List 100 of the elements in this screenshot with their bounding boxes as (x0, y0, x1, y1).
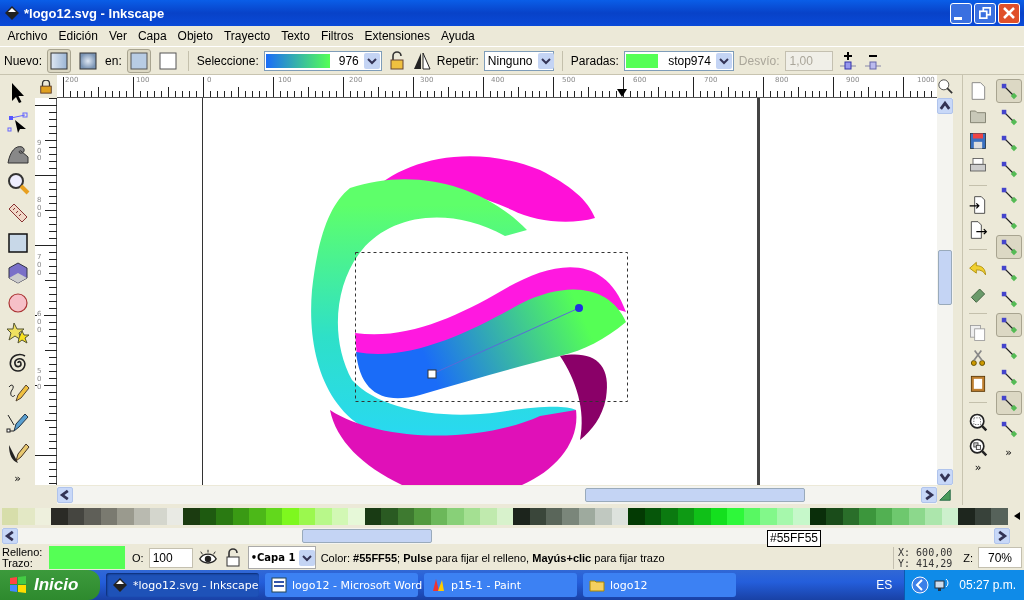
palette-swatch[interactable] (727, 507, 744, 525)
palette-swatch[interactable] (18, 507, 35, 525)
zoom-1-1-icon[interactable] (937, 79, 953, 94)
snap-toggle[interactable] (995, 391, 1022, 415)
palette-swatch[interactable] (958, 507, 975, 525)
menu-item[interactable]: Extensiones (359, 29, 436, 43)
restore-button[interactable] (974, 2, 996, 24)
taskbar-button[interactable]: logo12 (583, 573, 736, 597)
star-icon[interactable] (5, 321, 30, 345)
palette-swatch[interactable] (348, 507, 365, 525)
rectangle-icon[interactable] (5, 231, 30, 255)
zoom-drawing-icon[interactable] (968, 437, 988, 457)
taskbar-button[interactable]: *logo12.svg - Inkscape (106, 573, 259, 597)
scroll-right-button[interactable] (994, 528, 1010, 544)
circle-icon[interactable] (5, 291, 30, 315)
taskbar-button[interactable]: p15-1 - Paint (424, 573, 577, 597)
palette-swatch[interactable] (2, 507, 19, 525)
layer-dropdown[interactable]: •Capa 1 (247, 546, 316, 569)
reverse-gradient-icon[interactable] (411, 50, 432, 71)
palette-swatch[interactable] (414, 507, 431, 525)
palette-swatch[interactable] (84, 507, 101, 525)
zoom-selection-icon[interactable] (968, 412, 988, 432)
opacity-spinbox[interactable]: 100 (148, 547, 193, 568)
snap-toggle[interactable] (995, 313, 1022, 337)
zoom-field[interactable]: 70% (978, 547, 1022, 568)
language-indicator[interactable]: ES (876, 578, 893, 592)
palette-swatch[interactable] (249, 507, 266, 525)
scroll-right-button[interactable] (921, 487, 937, 503)
palette-swatch[interactable] (892, 507, 909, 525)
palette-swatch[interactable] (117, 507, 134, 525)
zoom-icon[interactable] (5, 171, 30, 195)
network-icon[interactable] (933, 576, 952, 594)
save-icon[interactable] (968, 131, 988, 151)
vertical-scrollbar[interactable] (937, 98, 953, 485)
palette-swatch[interactable] (150, 507, 167, 525)
scroll-thumb[interactable] (302, 529, 432, 543)
stop-dropdown[interactable]: stop974 (623, 50, 734, 71)
palette-swatch[interactable] (925, 507, 942, 525)
palette-swatch[interactable] (991, 507, 1008, 525)
palette-swatch[interactable] (562, 507, 579, 525)
palette-swatch[interactable] (694, 507, 711, 525)
scroll-up-button[interactable] (937, 98, 953, 114)
clipboard-icon[interactable] (968, 373, 988, 393)
export-icon[interactable] (968, 220, 988, 240)
palette-swatch[interactable] (760, 507, 777, 525)
drawing-canvas[interactable] (57, 98, 937, 485)
palette-swatch[interactable] (859, 507, 876, 525)
more-commands-chevron[interactable]: » (974, 462, 982, 474)
palette-swatch[interactable] (51, 507, 68, 525)
more-tools-chevron[interactable]: » (14, 473, 21, 485)
scroll-left-button[interactable] (57, 487, 73, 503)
palette-swatch[interactable] (628, 507, 645, 525)
chevron-icon[interactable] (911, 576, 930, 594)
menu-item[interactable]: Filtros (315, 29, 360, 43)
palette-swatch[interactable] (480, 507, 497, 525)
palette-swatch[interactable] (315, 507, 332, 525)
scroll-thumb[interactable] (585, 488, 805, 502)
fill-swatch[interactable] (49, 546, 125, 569)
node-tool-icon[interactable] (5, 111, 30, 135)
pen-icon[interactable] (5, 411, 30, 435)
palette-scrollbar[interactable] (2, 528, 1010, 544)
scroll-left-button[interactable] (2, 528, 18, 544)
close-button[interactable] (998, 2, 1020, 24)
gradient-handle-line[interactable] (427, 304, 583, 379)
menu-item[interactable]: Capa (132, 29, 173, 43)
add-stop-icon[interactable] (837, 50, 858, 71)
scroll-down-button[interactable] (937, 469, 953, 485)
menu-item[interactable]: Archivo (2, 29, 53, 43)
padlock-icon[interactable] (39, 79, 53, 94)
logo-drawing[interactable] (311, 156, 626, 485)
import-icon[interactable] (968, 195, 988, 215)
menu-item[interactable]: Texto (275, 29, 316, 43)
palette-swatch[interactable] (513, 507, 530, 525)
gradient-type-toggle[interactable] (47, 48, 72, 73)
palette-swatch[interactable] (183, 507, 200, 525)
menu-item[interactable]: Ver (103, 29, 133, 43)
horizontal-scrollbar[interactable] (57, 486, 937, 504)
menu-item[interactable]: Objeto (172, 29, 219, 43)
start-button[interactable]: Inicio (0, 570, 100, 600)
snap-toggle[interactable] (995, 79, 1022, 103)
palette-swatch[interactable] (661, 507, 678, 525)
palette-swatch[interactable] (826, 507, 843, 525)
palette-swatch[interactable] (216, 507, 233, 525)
repeat-dropdown[interactable]: Ninguno (483, 50, 554, 71)
palette-swatch[interactable] (595, 507, 612, 525)
cube-icon[interactable] (5, 261, 30, 285)
palette-swatch[interactable] (381, 507, 398, 525)
gradient-select[interactable]: 976 (263, 50, 382, 71)
scissors-icon[interactable] (968, 348, 988, 368)
palette-swatch[interactable] (282, 507, 299, 525)
more-snap-chevron[interactable]: » (1005, 447, 1012, 459)
palette-swatch[interactable] (793, 507, 810, 525)
minimize-button[interactable] (950, 2, 972, 24)
gradient-target-toggle[interactable] (126, 48, 151, 73)
snap-toggle[interactable] (995, 235, 1022, 259)
menu-item[interactable]: Edición (53, 29, 104, 43)
menu-item[interactable]: Ayuda (435, 29, 481, 43)
palette-swatch[interactable] (447, 507, 464, 525)
scroll-thumb[interactable] (938, 250, 952, 305)
color-management-icon[interactable] (938, 488, 952, 502)
